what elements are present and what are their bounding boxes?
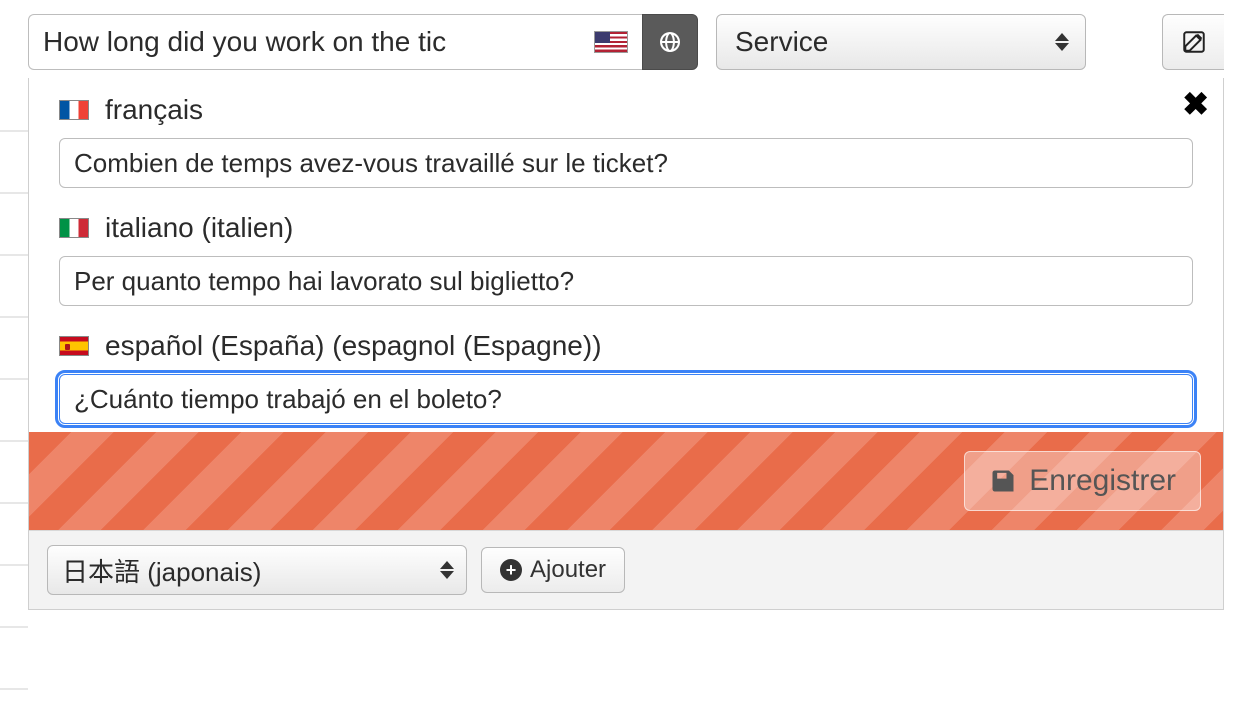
add-language-select[interactable]: 日本語 (japonais) <box>47 545 467 595</box>
translation-header: français <box>59 94 1193 126</box>
translation-language-label: español (España) (espagnol (Espagne)) <box>105 330 602 362</box>
flag-it-icon <box>59 218 89 238</box>
translation-language-label: italiano (italien) <box>105 212 293 244</box>
question-input[interactable]: How long did you work on the tic <box>28 14 642 70</box>
translation-language-label: français <box>105 94 203 126</box>
category-select[interactable]: Service <box>716 14 1086 70</box>
translation-header: español (España) (espagnol (Espagne)) <box>59 330 1193 362</box>
translation-input[interactable] <box>59 138 1193 188</box>
translations-toggle-button[interactable] <box>642 14 698 70</box>
translation-section: français <box>29 78 1223 196</box>
add-language-select-value: 日本語 (japonais) <box>62 552 261 589</box>
translations-panel: ✖ français italiano (italien) español (Esp… <box>28 78 1224 610</box>
close-icon: ✖ <box>1182 86 1209 122</box>
flag-us-icon <box>594 31 628 53</box>
save-bar: Enregistrer <box>29 432 1223 530</box>
select-caret-icon <box>1055 33 1069 51</box>
pencil-square-icon <box>1181 29 1207 55</box>
translation-section: español (España) (espagnol (Espagne)) <box>29 314 1223 432</box>
flag-es-icon <box>59 336 89 356</box>
globe-icon <box>658 30 682 54</box>
background-grid <box>0 70 28 710</box>
edit-button[interactable] <box>1162 14 1224 70</box>
translation-input[interactable] <box>59 374 1193 424</box>
floppy-disk-icon <box>989 467 1017 495</box>
plus-circle-icon: + <box>500 559 522 581</box>
flag-fr-icon <box>59 100 89 120</box>
top-row: How long did you work on the tic Service <box>0 0 1244 70</box>
close-button[interactable]: ✖ <box>1182 88 1209 120</box>
save-button[interactable]: Enregistrer <box>964 451 1201 511</box>
add-button-label: Ajouter <box>530 556 606 584</box>
select-caret-icon <box>440 561 454 579</box>
category-select-value: Service <box>735 26 828 58</box>
translation-header: italiano (italien) <box>59 212 1193 244</box>
add-language-button[interactable]: + Ajouter <box>481 547 625 593</box>
translation-section: italiano (italien) <box>29 196 1223 314</box>
add-language-row: 日本語 (japonais) + Ajouter <box>29 530 1223 609</box>
translation-input[interactable] <box>59 256 1193 306</box>
main-input-group: How long did you work on the tic <box>28 14 698 70</box>
question-input-text: How long did you work on the tic <box>43 26 586 58</box>
save-button-label: Enregistrer <box>1029 464 1176 498</box>
